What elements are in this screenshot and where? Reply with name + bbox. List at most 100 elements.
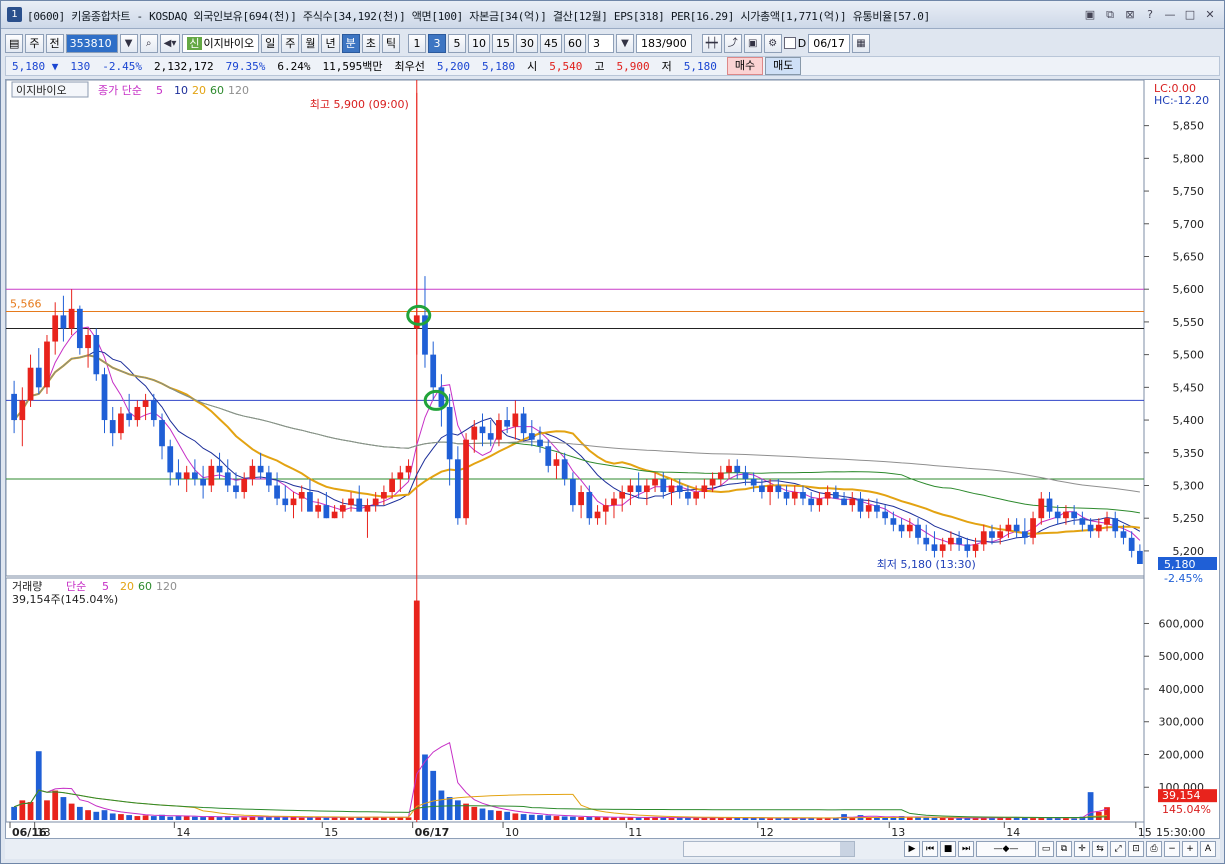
trendline-icon[interactable]: ⤴ <box>723 33 742 53</box>
volume-bar <box>348 817 354 820</box>
candle <box>233 485 239 493</box>
horizontal-scrollbar[interactable] <box>683 841 855 857</box>
sell-button[interactable]: 매도 <box>765 57 802 75</box>
candle <box>619 492 626 499</box>
candle <box>685 492 691 499</box>
period-year[interactable]: 년 <box>321 33 340 53</box>
chart-canvas[interactable]: 5,850 5,800 5,750 5,700 5,650 5,600 5,550 5,500… <box>5 79 1219 839</box>
market-select[interactable]: 주 <box>25 33 44 53</box>
interval-10[interactable]: 10 <box>467 33 490 53</box>
scroll-right-icon[interactable]: ▶ <box>904 841 920 857</box>
arrows-icon[interactable]: ⇆ <box>1092 841 1108 857</box>
volume-bar <box>1054 818 1061 820</box>
period-day[interactable]: 일 <box>261 33 280 53</box>
copy-icon[interactable]: ⧉ <box>1056 841 1072 857</box>
candle <box>356 498 363 512</box>
volume-bar <box>282 817 289 820</box>
minimize-button[interactable]: — <box>1162 7 1178 23</box>
period-month[interactable]: 월 <box>301 33 320 53</box>
zoom-slider-icon[interactable]: —◆— <box>976 841 1036 857</box>
jump-start-icon[interactable]: ⏮ <box>922 841 938 857</box>
volume-bar <box>956 818 962 820</box>
candle <box>348 498 354 506</box>
help-icon[interactable]: ? <box>1142 7 1158 23</box>
settings-icon[interactable]: ⚙ <box>763 33 782 53</box>
candle <box>512 413 519 427</box>
period-week[interactable]: 주 <box>281 33 300 53</box>
volume-bar <box>931 818 938 820</box>
interval-30[interactable]: 30 <box>515 33 538 53</box>
tool-menu-button[interactable]: ▤ <box>5 33 24 53</box>
interval-input[interactable]: 3 <box>587 33 614 53</box>
volume-bar <box>290 817 297 820</box>
zoom-reset-icon[interactable]: ⤢ <box>1110 841 1126 857</box>
buy-button[interactable]: 매수 <box>726 57 764 75</box>
candle <box>331 511 338 519</box>
interval-15[interactable]: 15 <box>491 33 514 53</box>
scroll-thumb[interactable] <box>840 842 854 856</box>
interval-dropdown-icon[interactable]: ▼ <box>615 33 634 53</box>
pin-icon[interactable]: ⊠ <box>1122 7 1138 23</box>
interval-60[interactable]: 60 <box>563 33 586 53</box>
date-checkbox[interactable] <box>783 37 796 49</box>
volume-bar <box>118 814 124 820</box>
date-input[interactable]: 06/17 <box>808 33 850 53</box>
price-tick-label: 5,750 <box>1173 185 1205 198</box>
date-flag-label: D <box>797 36 807 50</box>
bar-count: 183 <box>640 36 662 50</box>
maximize-button[interactable]: □ <box>1182 7 1198 23</box>
volume-bar <box>298 817 305 820</box>
candle <box>479 426 486 434</box>
bar-count-field[interactable]: 183/900 <box>635 33 692 53</box>
scope-select[interactable]: 전 <box>45 33 64 53</box>
price-tick-label: 5,250 <box>1173 512 1205 525</box>
volume-ma-period: 120 <box>156 580 177 593</box>
period-minute[interactable]: 분 <box>341 33 360 53</box>
stop-icon[interactable]: ■ <box>940 841 956 857</box>
search-icon[interactable]: ⌕ <box>139 33 158 53</box>
crosshair-icon[interactable]: ✛ <box>1074 841 1090 857</box>
volume-bar <box>27 801 34 820</box>
current-price: 5,180 ▼ <box>12 59 59 73</box>
candle-type-icon[interactable]: ┿┿ <box>701 33 722 53</box>
jump-end-icon[interactable]: ⏭ <box>958 841 974 857</box>
x-tick-label: 15 <box>324 826 338 838</box>
tile-icon[interactable]: ▭ <box>1038 841 1054 857</box>
font-icon[interactable]: A <box>1200 841 1216 857</box>
stock-code-input[interactable]: 353810 <box>65 33 118 53</box>
candle <box>1104 518 1110 525</box>
volume-bar <box>528 814 535 820</box>
calendar-icon[interactable]: ▦ <box>851 33 870 53</box>
close-button[interactable]: ✕ <box>1202 7 1218 23</box>
volume-bar <box>167 816 174 820</box>
chart-area[interactable]: 5,850 5,800 5,750 5,700 5,650 5,600 5,550 5,500… <box>5 79 1220 839</box>
last-price-pct: -2.45% <box>1164 572 1203 585</box>
period-tick[interactable]: 틱 <box>381 33 400 53</box>
interval-1[interactable]: 1 <box>407 33 426 53</box>
candle <box>1079 518 1086 525</box>
candle <box>570 478 576 506</box>
link-icon[interactable]: ⧉ <box>1102 7 1118 23</box>
zoom-out-icon[interactable]: − <box>1164 841 1180 857</box>
period-second[interactable]: 초 <box>361 33 380 53</box>
quote-bar: 5,180 ▼ 130 -2.45% 2,132,172 79.35% 6.24… <box>5 56 1220 76</box>
price-tick-label: 5,800 <box>1173 152 1205 165</box>
candle <box>274 485 280 499</box>
print-icon[interactable]: ⎙ <box>1146 841 1162 857</box>
interval-45[interactable]: 45 <box>539 33 562 53</box>
save-icon[interactable]: ▣ <box>743 33 762 53</box>
interval-5[interactable]: 5 <box>447 33 466 53</box>
high-price: 5,900 <box>616 59 650 73</box>
interval-3[interactable]: 3 <box>427 33 446 53</box>
candle <box>1071 511 1078 519</box>
lock-icon[interactable]: ⊡ <box>1128 841 1144 857</box>
code-dropdown-icon[interactable]: ▼ <box>119 33 138 53</box>
low-annotation: 최저 5,180 (13:30) <box>877 558 976 571</box>
layout-icon[interactable]: ▣ <box>1082 7 1098 23</box>
zoom-in-icon[interactable]: + <box>1182 841 1198 857</box>
price-tick-label: 5,700 <box>1173 218 1205 231</box>
stock-name-field[interactable]: 신 이지바이오 <box>182 33 260 53</box>
price-tick-label: 5,300 <box>1173 479 1205 492</box>
speaker-icon[interactable]: ◀▾ <box>159 33 181 53</box>
x-tick-label: 10 <box>505 826 519 838</box>
